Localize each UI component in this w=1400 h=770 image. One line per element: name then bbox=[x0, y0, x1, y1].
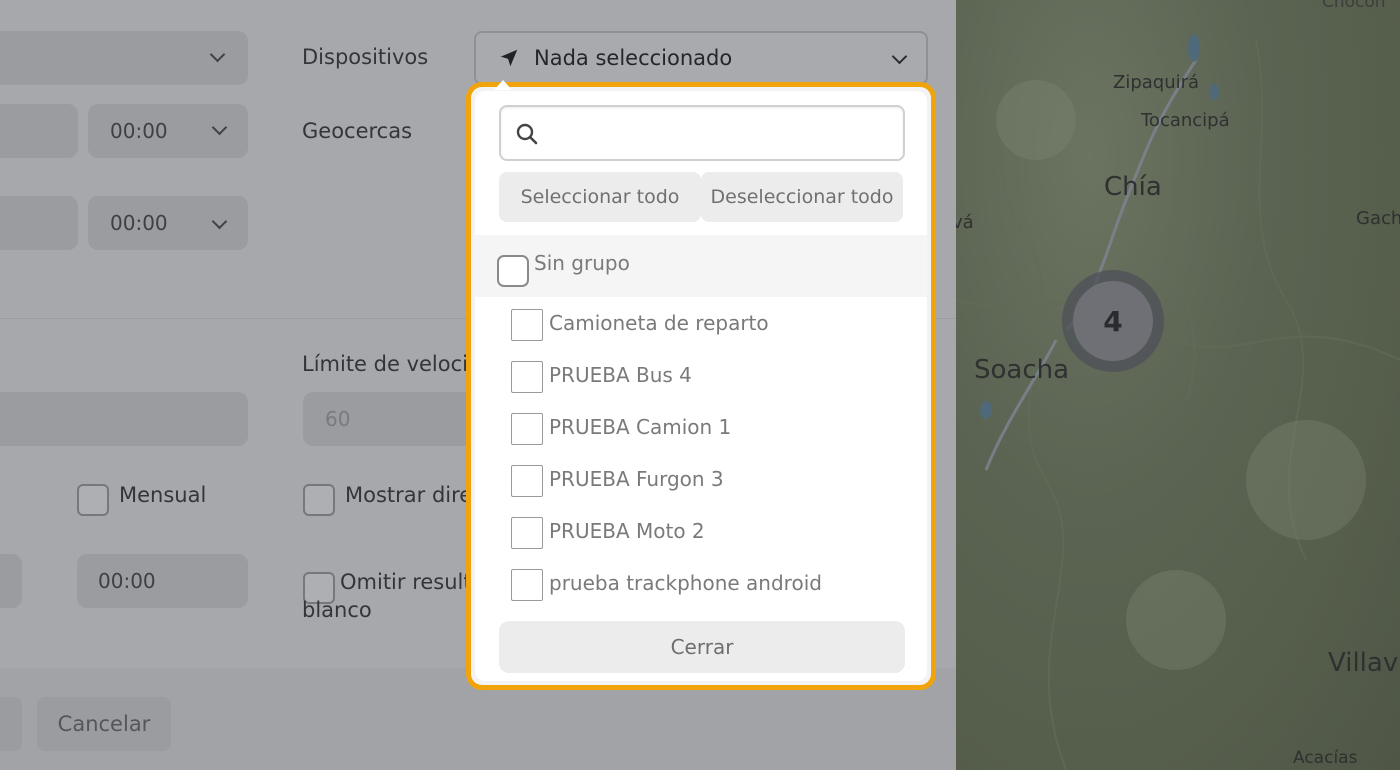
group-header-sin-grupo[interactable]: Sin grupo bbox=[475, 235, 927, 297]
close-button[interactable]: Cerrar bbox=[499, 621, 905, 673]
map-label-tocancipa: Tocancipá bbox=[1141, 110, 1230, 131]
omit-blank-label: Omitir resulta bbox=[340, 570, 485, 594]
device-checkbox[interactable] bbox=[511, 309, 543, 341]
time-from-value: 00:00 bbox=[110, 119, 168, 143]
time-from-select[interactable]: 00:00 bbox=[88, 104, 248, 158]
group-label: Sin grupo bbox=[534, 251, 630, 275]
map-label-gach: Gach bbox=[1356, 208, 1400, 229]
device-checkbox[interactable] bbox=[511, 517, 543, 549]
device-label: Camioneta de reparto bbox=[549, 311, 769, 335]
map-label-soacha: Soacha bbox=[974, 355, 1070, 385]
device-label: PRUEBA Bus 4 bbox=[549, 363, 692, 387]
geofences-label: Geocercas bbox=[302, 119, 413, 143]
omit-blank-label-line2: blanco bbox=[302, 598, 372, 622]
time-to-select[interactable]: 00:00 bbox=[88, 196, 248, 250]
device-label: PRUEBA Moto 2 bbox=[549, 519, 705, 543]
device-label: PRUEBA Furgon 3 bbox=[549, 467, 724, 491]
device-item[interactable]: Camioneta de reparto bbox=[511, 305, 911, 345]
chevron-down-icon bbox=[891, 48, 908, 65]
device-search-input[interactable] bbox=[549, 115, 893, 153]
select-all-button[interactable]: Seleccionar todo bbox=[499, 172, 701, 222]
navigation-arrow-icon bbox=[498, 47, 520, 73]
deselect-all-button[interactable]: Deseleccionar todo bbox=[701, 172, 903, 222]
device-item[interactable]: PRUEBA Camion 1 bbox=[511, 409, 911, 449]
device-item[interactable]: PRUEBA Bus 4 bbox=[511, 357, 911, 397]
show-direction-label: Mostrar dire bbox=[345, 483, 473, 507]
show-direction-checkbox[interactable] bbox=[303, 484, 335, 516]
left-edge-field[interactable] bbox=[0, 554, 22, 608]
devices-label: Dispositivos bbox=[302, 45, 429, 69]
device-item[interactable]: PRUEBA Moto 2 bbox=[511, 513, 911, 553]
devices-select[interactable]: Nada seleccionado bbox=[474, 31, 928, 85]
chevron-down-icon bbox=[211, 119, 228, 136]
device-label: prueba trackphone android bbox=[549, 571, 822, 595]
device-item[interactable]: PRUEBA Furgon 3 bbox=[511, 461, 911, 501]
devices-dropdown-body: Seleccionar todo Deseleccionar todo Sin … bbox=[475, 91, 927, 681]
map-label-zipaquira: Zipaquirá bbox=[1113, 72, 1200, 93]
date-to-field[interactable] bbox=[0, 196, 78, 250]
chevron-down-icon bbox=[211, 213, 228, 230]
dropdown-caret bbox=[494, 80, 512, 90]
time-field[interactable]: 00:00 bbox=[77, 554, 248, 608]
date-from-field[interactable] bbox=[0, 104, 78, 158]
device-checkbox[interactable] bbox=[511, 361, 543, 393]
device-search-box[interactable] bbox=[499, 105, 905, 161]
device-label: PRUEBA Camion 1 bbox=[549, 415, 732, 439]
device-checkbox[interactable] bbox=[511, 465, 543, 497]
group-checkbox[interactable] bbox=[497, 255, 529, 287]
map-label-va: vá bbox=[956, 212, 974, 233]
search-icon bbox=[515, 122, 539, 150]
map-view[interactable]: Chocon Zipaquirá Tocancipá Chía Gach vá … bbox=[956, 0, 1400, 770]
map-label-chocon: Chocon bbox=[1322, 0, 1386, 12]
speed-limit-input[interactable]: 60 bbox=[303, 392, 483, 446]
cancel-button[interactable]: Cancelar bbox=[37, 697, 171, 751]
chevron-down-icon bbox=[209, 46, 226, 63]
devices-dropdown: Seleccionar todo Deseleccionar todo Sin … bbox=[466, 82, 936, 690]
monthly-checkbox[interactable] bbox=[77, 484, 109, 516]
cluster-marker[interactable]: 4 bbox=[1073, 281, 1153, 361]
report-type-select[interactable] bbox=[0, 31, 248, 85]
map-label-acacias: Acacías bbox=[1293, 748, 1358, 768]
device-checkbox[interactable] bbox=[511, 413, 543, 445]
left-input-field[interactable] bbox=[0, 392, 248, 446]
map-label-chia: Chía bbox=[1104, 172, 1162, 202]
devices-select-value: Nada seleccionado bbox=[534, 46, 733, 70]
primary-action-button[interactable] bbox=[0, 697, 22, 751]
time-to-value: 00:00 bbox=[110, 211, 168, 235]
monthly-label: Mensual bbox=[119, 483, 207, 507]
map-label-villavicencio: Villavi bbox=[1328, 648, 1400, 678]
device-checkbox[interactable] bbox=[511, 569, 543, 601]
device-item[interactable]: prueba trackphone android bbox=[511, 565, 911, 605]
time-field-value: 00:00 bbox=[98, 569, 156, 593]
speed-limit-value: 60 bbox=[325, 407, 351, 431]
